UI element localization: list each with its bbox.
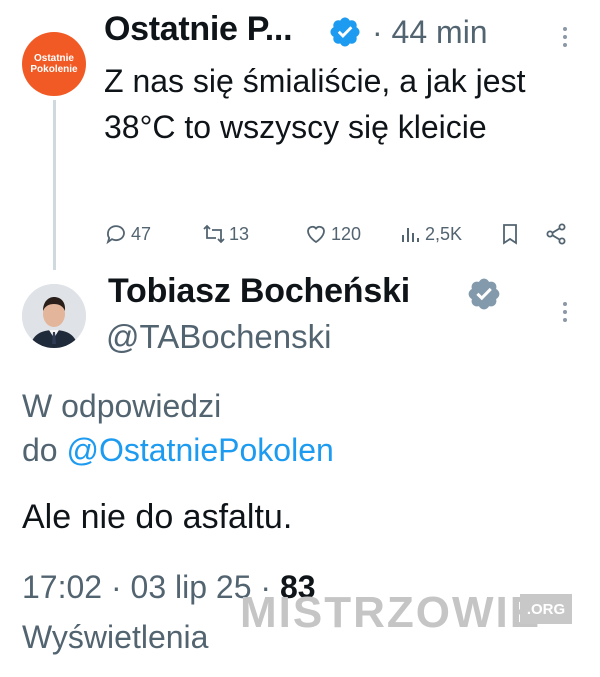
user-handle[interactable]: @TABochenski <box>106 318 331 356</box>
bookmark-button[interactable] <box>498 222 525 246</box>
more-icon[interactable] <box>560 300 570 324</box>
reply-context-to: do <box>22 432 58 468</box>
repost-icon <box>203 224 225 244</box>
display-name[interactable]: Ostatnie P... <box>104 10 293 49</box>
tweet-text: Z nas się śmialiście, a jak jest 38°C to… <box>104 63 526 145</box>
avatar-logo-text: Pokolenie <box>30 64 78 75</box>
reply-button[interactable]: 47 <box>104 222 151 246</box>
bookmark-icon <box>503 224 517 245</box>
views-button[interactable]: 2,5K <box>398 222 462 246</box>
more-icon[interactable] <box>560 25 570 49</box>
display-name[interactable]: Tobiasz Bocheński <box>108 272 410 311</box>
tweet-time[interactable]: · 44 min <box>372 14 488 51</box>
like-icon <box>307 225 325 244</box>
share-button[interactable] <box>544 222 571 246</box>
reply-icon <box>106 225 125 245</box>
watermark: MISTRZOWIE <box>240 588 542 637</box>
reply-to-link[interactable]: @OstatniePokolen <box>66 432 333 468</box>
repost-button[interactable]: 13 <box>202 222 249 246</box>
tweet-text: Ale nie do asfaltu. <box>22 498 293 536</box>
reply-context: W odpowiedzi do @OstatniePokolen <box>22 384 442 472</box>
tweet-timestamp[interactable]: 17:02 · 03 lip 25 · <box>22 569 271 605</box>
avatar[interactable] <box>22 284 86 348</box>
like-count: 120 <box>331 223 362 244</box>
views-icon <box>402 228 419 242</box>
watermark-badge: .ORG <box>520 594 572 624</box>
verified-icon <box>468 278 500 310</box>
views-count: 2,5K <box>425 223 463 244</box>
reply-count: 47 <box>131 223 152 244</box>
avatar-logo-text: Ostatnie <box>33 53 74 64</box>
avatar[interactable]: Ostatnie Pokolenie <box>22 32 86 96</box>
verified-icon <box>330 17 360 47</box>
reply-context-prefix: W odpowiedzi <box>22 388 222 424</box>
share-icon <box>546 223 566 245</box>
thread-line <box>53 100 56 270</box>
like-button[interactable]: 120 <box>304 222 361 246</box>
repost-count: 13 <box>229 223 250 244</box>
